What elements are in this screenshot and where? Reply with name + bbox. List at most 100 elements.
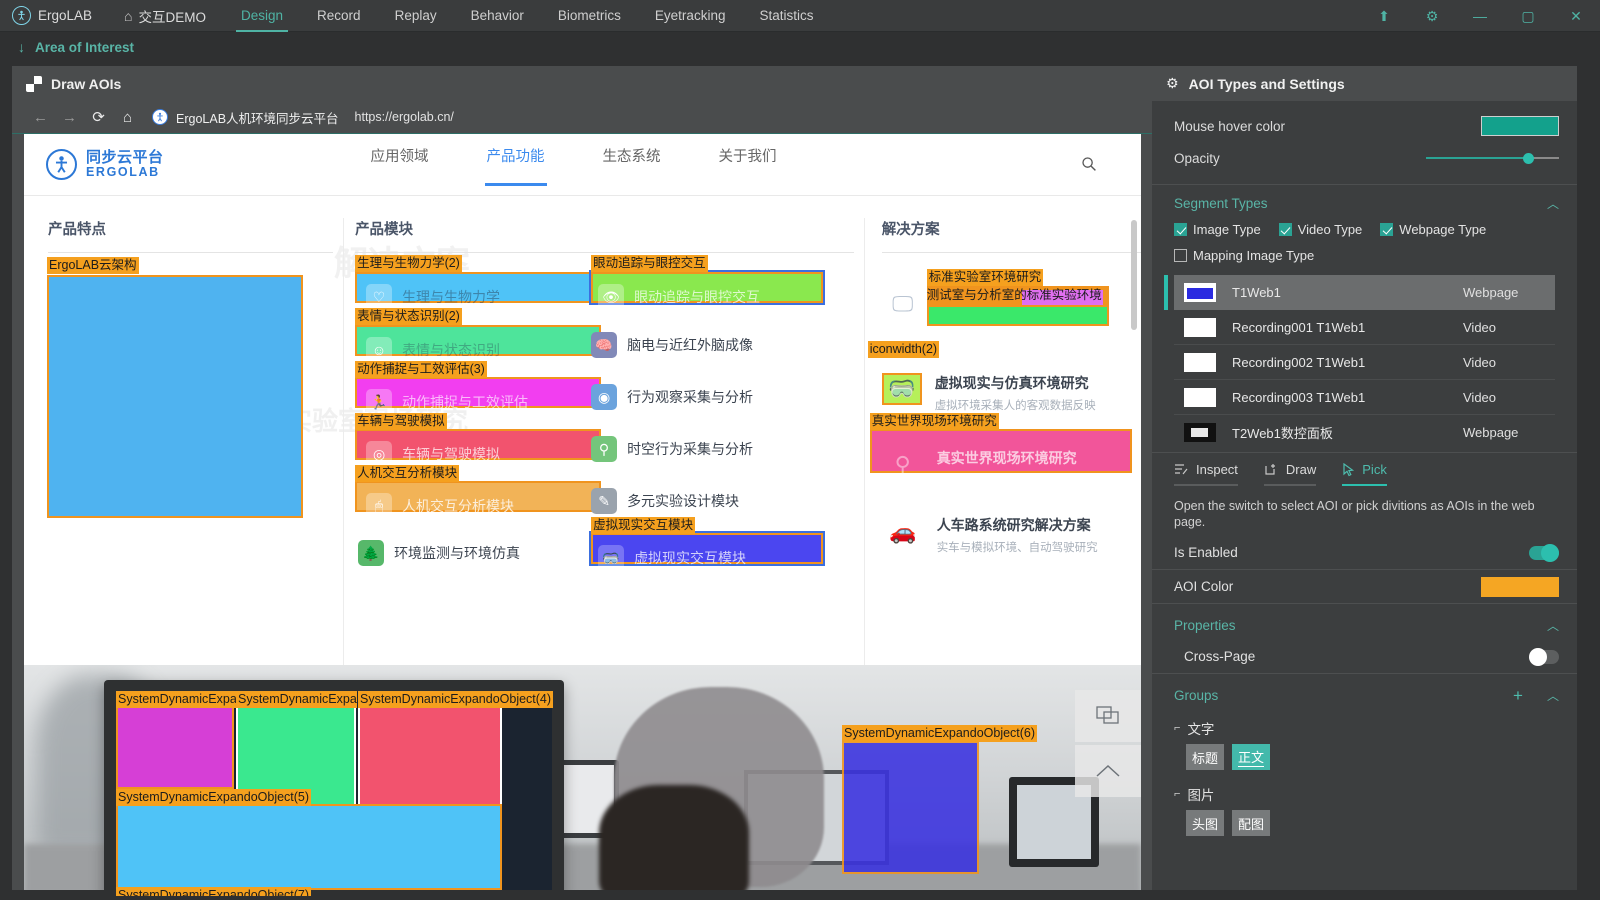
solution-item[interactable]: 🥽 虚拟现实与仿真环境研究 虚拟环境采集人的客观数据反映 bbox=[882, 373, 1096, 413]
module-title: 行为观察采集与分析 bbox=[627, 387, 753, 407]
map-pin-icon: ⚲ bbox=[591, 436, 617, 462]
segment-row-recording003[interactable]: Recording003 T1Web1 Video bbox=[1174, 380, 1555, 415]
segment-row-recording001[interactable]: Recording001 T1Web1 Video bbox=[1174, 310, 1555, 345]
aoi-label-obj3: SystemDynamicExpandoObject(3) bbox=[116, 691, 236, 708]
aoi-label-obj7: SystemDynamicExpandoObject(7) bbox=[116, 887, 311, 896]
checkbox-mapping-image-type[interactable]: Mapping Image Type bbox=[1174, 248, 1314, 263]
segment-types-header[interactable]: Segment Types ︿ bbox=[1152, 185, 1577, 218]
group-category-text[interactable]: ⌐ 文字 bbox=[1152, 710, 1577, 742]
site-title: ErgoLAB人机环境同步云平台 bbox=[176, 108, 339, 127]
tab-biometrics[interactable]: Biometrics bbox=[541, 0, 638, 32]
tab-eyetracking[interactable]: Eyetracking bbox=[638, 0, 743, 32]
photo-aoi-region[interactable]: SystemDynamicExpandoObject(3) SystemDyna… bbox=[24, 665, 1141, 896]
browser-home-button[interactable]: ⌂ bbox=[113, 109, 142, 126]
area-of-interest-header[interactable]: ↓ Area of Interest bbox=[0, 32, 1600, 62]
chevron-up-icon[interactable]: ︿ bbox=[1547, 687, 1559, 704]
ergolab-logo-icon bbox=[12, 6, 31, 25]
group-category-image[interactable]: ⌐ 图片 bbox=[1152, 776, 1577, 808]
mouse-hover-color-swatch[interactable] bbox=[1481, 116, 1559, 136]
aoi-label-cloud-arch: ErgoLAB云架构 bbox=[47, 257, 139, 274]
chip-supporting-image[interactable]: 配图 bbox=[1232, 810, 1270, 836]
close-icon[interactable]: ✕ bbox=[1552, 0, 1600, 32]
browser-address-bar[interactable]: ErgoLAB人机环境同步云平台 https://ergolab.cn/ bbox=[152, 108, 454, 127]
browser-toolbar: ← → ⟳ ⌂ ErgoLAB人机环境同步云平台 https://ergolab… bbox=[12, 101, 1152, 134]
embedded-webpage[interactable]: 同步云平台 ERGOLAB 应用领域 产品功能 生态系统 关于我们 bbox=[24, 134, 1141, 665]
tab-replay[interactable]: Replay bbox=[378, 0, 454, 32]
tab-pick[interactable]: Pick bbox=[1342, 462, 1387, 486]
webpage-menu-ecosystem[interactable]: 生态系统 bbox=[603, 145, 661, 185]
upload-icon[interactable]: ⬆ bbox=[1360, 0, 1408, 32]
scroll-up-icon[interactable] bbox=[1075, 745, 1141, 797]
segment-name: T2Web1数控面板 bbox=[1232, 423, 1463, 442]
segment-row-t2web1[interactable]: T2Web1数控面板 Webpage bbox=[1174, 415, 1555, 450]
module-title: 时空行为采集与分析 bbox=[627, 439, 753, 459]
settings-pane: ⚙ AOI Types and Settings Mouse hover col… bbox=[1152, 62, 1588, 900]
chip-title[interactable]: 标题 bbox=[1186, 744, 1224, 770]
checkbox-video-type[interactable]: Video Type bbox=[1279, 222, 1363, 237]
tab-record[interactable]: Record bbox=[300, 0, 378, 32]
project-demo-label: 交互DEMO bbox=[139, 6, 207, 26]
tab-inspect[interactable]: Inspect bbox=[1174, 462, 1238, 486]
segment-name: Recording003 T1Web1 bbox=[1232, 390, 1463, 405]
chip-body[interactable]: 正文 bbox=[1232, 744, 1270, 770]
webpage-body: 解决方案 实验室现场研究 产品特点 ErgoLAB云架构 ☁ bbox=[24, 196, 1141, 665]
plus-icon[interactable]: + bbox=[1513, 689, 1523, 702]
chevron-up-icon: ︿ bbox=[1547, 195, 1559, 212]
browser-back-button[interactable]: ← bbox=[26, 109, 55, 126]
chip-hero-image[interactable]: 头图 bbox=[1186, 810, 1224, 836]
tab-draw[interactable]: Draw bbox=[1264, 462, 1316, 486]
opacity-row: Opacity bbox=[1174, 142, 1559, 174]
browser-forward-button[interactable]: → bbox=[55, 109, 84, 126]
pick-hint-text: Open the switch to select AOI or pick di… bbox=[1152, 486, 1577, 536]
solution-desc: 虚拟环境采集人的客观数据反映 bbox=[935, 397, 1096, 413]
vr-icon: 🥽 bbox=[598, 545, 624, 571]
segment-row-t1web1[interactable]: T1Web1 Webpage bbox=[1174, 275, 1555, 310]
webpage-menu-applications[interactable]: 应用领域 bbox=[371, 145, 429, 185]
checkbox-webpage-type[interactable]: Webpage Type bbox=[1380, 222, 1486, 237]
project-demo-button[interactable]: ⌂ 交互DEMO bbox=[106, 6, 224, 26]
maximize-icon[interactable]: ▢ bbox=[1504, 0, 1552, 32]
tab-behavior[interactable]: Behavior bbox=[454, 0, 541, 32]
solution-title: 真实世界现场环境研究 bbox=[937, 448, 1098, 468]
home-icon: ⌂ bbox=[124, 8, 132, 24]
is-enabled-row: Is Enabled bbox=[1152, 536, 1577, 570]
webpage-menu-products[interactable]: 产品功能 bbox=[487, 145, 545, 185]
segment-name: T1Web1 bbox=[1232, 285, 1463, 300]
settings-gear-icon[interactable]: ⚙ bbox=[1408, 0, 1456, 32]
opacity-slider[interactable] bbox=[1426, 151, 1559, 165]
segment-type: Video bbox=[1463, 320, 1555, 335]
chat-bubble-icon[interactable] bbox=[1075, 690, 1141, 742]
search-icon[interactable] bbox=[1081, 156, 1097, 177]
car-icon: 🚗 bbox=[882, 515, 924, 549]
module-title: 脑电与近红外脑成像 bbox=[627, 335, 753, 355]
heart-icon: ♡ bbox=[366, 284, 392, 310]
webpage-scrollbar[interactable] bbox=[1131, 220, 1137, 330]
tab-design[interactable]: Design bbox=[224, 0, 300, 32]
hover-settings-section: Mouse hover color Opacity bbox=[1152, 101, 1577, 185]
draw-aois-pane: Draw AOIs ← → ⟳ ⌂ ErgoLAB人机环境同步云平台 https… bbox=[0, 62, 1152, 900]
solutions-title: 解决方案 bbox=[882, 218, 1141, 239]
aoi-overlay-lab-desc: 测试室与分析室的标准实验环境 bbox=[927, 286, 1109, 304]
tab-draw-label: Draw bbox=[1286, 462, 1316, 477]
segment-thumbnail bbox=[1184, 423, 1216, 442]
minimize-icon[interactable]: — bbox=[1456, 0, 1504, 32]
aoi-label-obj4: SystemDynamicExpandoObject(4) bbox=[358, 691, 553, 708]
location-icon: ⚲ bbox=[882, 448, 924, 482]
properties-header[interactable]: Properties ︿ bbox=[1152, 604, 1577, 640]
cross-page-toggle[interactable] bbox=[1529, 650, 1559, 664]
tab-statistics[interactable]: Statistics bbox=[742, 0, 830, 32]
ergolab-mark-icon bbox=[46, 149, 77, 180]
draw-aois-header: Draw AOIs bbox=[12, 66, 1152, 101]
solution-item[interactable]: 🚗 人车路系统研究解决方案 实车与模拟环境、自动驾驶研究 bbox=[882, 515, 1098, 555]
checkbox-image-type[interactable]: Image Type bbox=[1174, 222, 1261, 237]
brain-icon: 🧠 bbox=[591, 332, 617, 358]
is-enabled-toggle[interactable] bbox=[1529, 546, 1559, 560]
segment-row-recording002[interactable]: Recording002 T1Web1 Video bbox=[1174, 345, 1555, 380]
solution-item[interactable]: ⚲ 真实世界现场环境研究 无线数据传输、便携可穿戴技术 bbox=[882, 448, 1098, 488]
webpage-menu-about[interactable]: 关于我们 bbox=[719, 145, 777, 185]
segment-type-checkboxes-row1: Image Type Video Type Webpage Type bbox=[1152, 218, 1577, 239]
aoi-label-iconwidth: iconwidth(2) bbox=[868, 341, 939, 358]
browser-reload-button[interactable]: ⟳ bbox=[84, 108, 113, 126]
aoi-color-swatch[interactable] bbox=[1481, 577, 1559, 597]
vr-headset-icon: 🥽 bbox=[882, 373, 922, 405]
